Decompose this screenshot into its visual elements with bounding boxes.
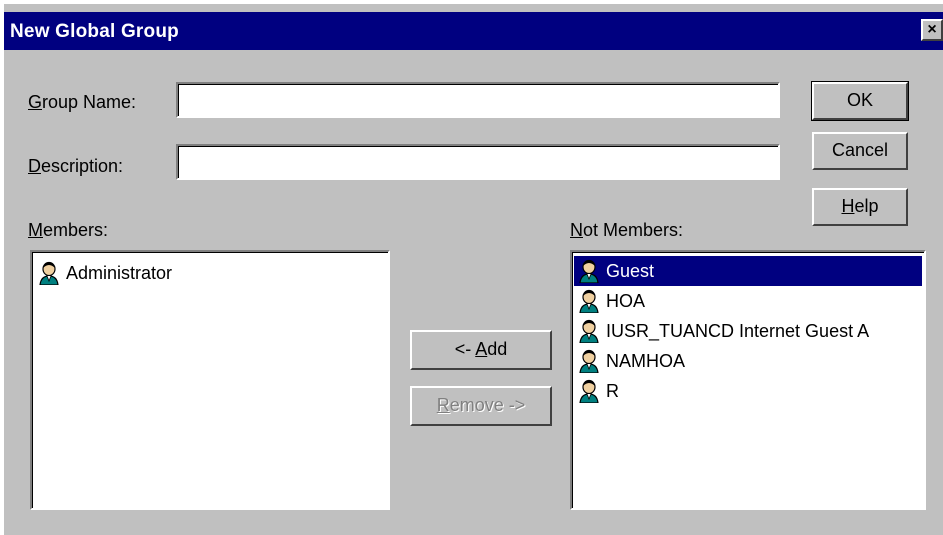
close-icon: × <box>927 21 937 38</box>
dialog-title: New Global Group <box>10 21 179 42</box>
group-name-label-rest: roup Name: <box>42 92 137 112</box>
user-account-icon <box>579 379 599 403</box>
user-account-icon <box>579 319 599 343</box>
user-account-icon <box>579 259 599 283</box>
not-member-name: Guest <box>606 260 655 281</box>
description-label: Description: <box>28 156 124 176</box>
members-label: Members: <box>28 220 109 240</box>
close-button[interactable]: × <box>921 19 943 41</box>
not-member-name: HOA <box>606 290 646 311</box>
description-label-rest: escription: <box>41 156 124 176</box>
member-name: Administrator <box>66 262 173 283</box>
help-button[interactable]: Help <box>812 188 908 226</box>
list-item[interactable]: HOA <box>578 286 645 316</box>
add-button[interactable]: <- Add <box>410 330 552 370</box>
list-item[interactable]: Administrator <box>38 258 172 288</box>
cancel-button[interactable]: Cancel <box>812 132 908 170</box>
list-item[interactable]: R <box>578 376 619 406</box>
ok-button[interactable]: OK <box>811 81 909 121</box>
list-item[interactable]: IUSR_TUANCD Internet Guest A <box>578 316 869 346</box>
not-member-name: R <box>606 380 619 401</box>
not-member-name: IUSR_TUANCD Internet Guest A <box>606 320 870 341</box>
user-account-icon <box>579 289 599 313</box>
user-account-icon <box>39 261 59 285</box>
group-name-label: Group Name: <box>28 92 137 112</box>
list-item-selected[interactable]: Guest <box>574 256 922 286</box>
description-input[interactable] <box>176 144 780 180</box>
remove-button[interactable]: Remove -> <box>410 386 552 426</box>
list-item[interactable]: NAMHOA <box>578 346 685 376</box>
not-member-name: NAMHOA <box>606 350 686 371</box>
group-name-input[interactable] <box>176 82 780 118</box>
members-list[interactable]: Administrator <box>30 250 390 510</box>
title-bar[interactable]: New Global Group × <box>4 12 943 50</box>
new-global-group-dialog: New Global Group × Group Name: Descripti… <box>4 4 943 535</box>
not-members-list[interactable]: Guest HOA IUSR_TUANCD Internet Guest A N… <box>570 250 926 510</box>
not-members-label: Not Members: <box>570 220 684 240</box>
user-account-icon <box>579 349 599 373</box>
